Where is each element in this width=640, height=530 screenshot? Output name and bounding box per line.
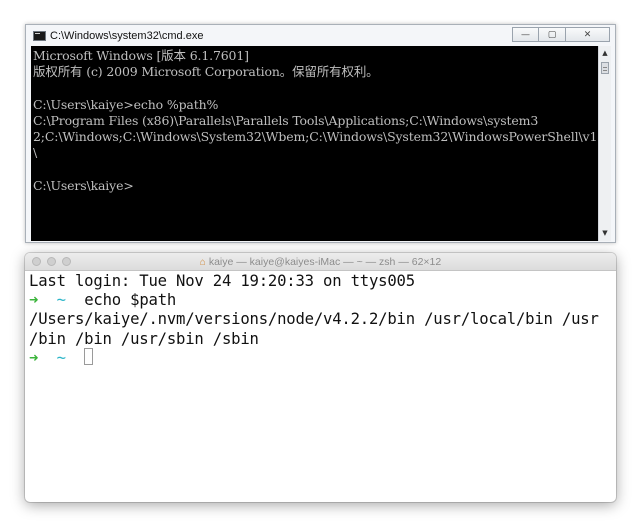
minimize-button[interactable]: — bbox=[512, 27, 539, 42]
cmd-line-version: Microsoft Windows [版本 6.1.7601] bbox=[33, 48, 249, 63]
home-icon: ⌂ bbox=[199, 257, 206, 268]
terminal-window: ⌂ kaiye — kaiye@kaiyes-iMac — ~ — zsh — 6… bbox=[25, 253, 616, 502]
prompt-line: ➜ ~ echo $path bbox=[29, 291, 616, 310]
close-button[interactable]: ✕ bbox=[566, 27, 610, 42]
cmd-titlebar[interactable]: C:\Windows\system32\cmd.exe — ▢ ✕ bbox=[26, 25, 615, 47]
terminal-title: kaiye — kaiye@kaiyes-iMac — ~ — zsh — 62… bbox=[208, 256, 442, 268]
cmd-line-blank bbox=[33, 80, 602, 96]
scroll-up-arrow-icon[interactable]: ▲ bbox=[599, 47, 611, 60]
cmd-console[interactable]: Microsoft Windows [版本 6.1.7601] 版权所有 (c)… bbox=[31, 46, 602, 241]
text-cursor[interactable] bbox=[84, 348, 94, 366]
cmd-window: C:\Windows\system32\cmd.exe — ▢ ✕ Micros… bbox=[25, 24, 616, 243]
prompt-arrow-icon: ➜ bbox=[29, 348, 39, 367]
vertical-scrollbar[interactable]: ▲ ▼ bbox=[598, 46, 611, 241]
output-line: /Users/kaiye/.nvm/versions/node/v4.2.2/b… bbox=[29, 310, 599, 329]
last-login-line: Last login: Tue Nov 24 19:20:33 on ttys0… bbox=[29, 272, 415, 290]
window-controls: — ▢ ✕ bbox=[512, 27, 610, 43]
scroll-down-arrow-icon[interactable]: ▼ bbox=[599, 227, 611, 240]
prompt-directory: ~ bbox=[56, 348, 66, 367]
output-line: /bin /bin /usr/sbin /sbin bbox=[29, 329, 259, 348]
cmd-app-icon[interactable] bbox=[33, 31, 46, 41]
prompt-arrow-icon: ➜ bbox=[29, 291, 39, 310]
cmd-window-title: C:\Windows\system32\cmd.exe bbox=[50, 30, 204, 42]
prompt-line: ➜ ~ bbox=[29, 348, 616, 368]
terminal-titlebar[interactable]: ⌂ kaiye — kaiye@kaiyes-iMac — ~ — zsh — 6… bbox=[25, 253, 616, 271]
terminal-title-wrap: ⌂ kaiye — kaiye@kaiyes-iMac — ~ — zsh — 6… bbox=[25, 255, 616, 270]
cmd-line-output: \ bbox=[33, 145, 38, 161]
cmd-line-output: 2;C:\Windows;C:\Windows\System32\Wbem;C:… bbox=[33, 128, 602, 144]
prompt-directory: ~ bbox=[56, 291, 66, 310]
scrollbar-thumb[interactable] bbox=[601, 62, 609, 74]
cmd-line-command: C:\Users\kaiye>echo %path% bbox=[33, 96, 219, 112]
cmd-line-output: C:\Program Files (x86)\Parallels\Paralle… bbox=[33, 112, 539, 128]
cmd-line-blank bbox=[33, 161, 602, 177]
command-text: echo $path bbox=[84, 291, 177, 310]
terminal-body[interactable]: Last login: Tue Nov 24 19:20:33 on ttys0… bbox=[29, 272, 616, 502]
cmd-line-copyright: 版权所有 (c) 2009 Microsoft Corporation。保留所有… bbox=[33, 64, 379, 80]
maximize-button[interactable]: ▢ bbox=[539, 27, 566, 42]
cmd-line-prompt: C:\Users\kaiye> bbox=[33, 177, 134, 193]
